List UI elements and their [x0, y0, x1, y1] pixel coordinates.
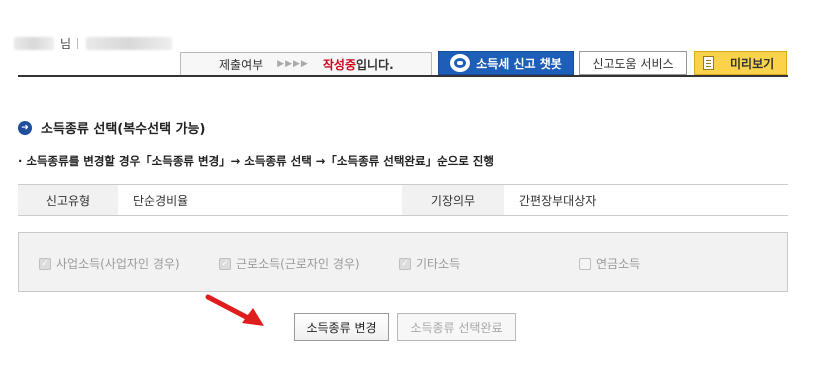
instruction-text: · 소득종류를 변경할 경우「소득종류 변경」→ 소득종류 선택 →「소득종류 …	[18, 154, 494, 168]
filing-info-table: 신고유형 단순경비율 기장의무 간편장부대상자	[18, 184, 788, 216]
section-heading: ➜ 소득종류 선택(복수선택 가능)	[18, 118, 205, 137]
complete-button-label: 소득종류 선택완료	[410, 320, 503, 335]
section-title: 소득종류 선택(복수선택 가능)	[41, 122, 206, 137]
checkbox-unchecked-icon[interactable]	[579, 257, 591, 270]
option-earned-income[interactable]: ✓ 근로소득(근로자인 경우)	[219, 255, 360, 272]
status-suffix: 입니다.	[355, 57, 394, 72]
option-label: 근로소득(근로자인 경우)	[236, 257, 360, 271]
income-type-options: ✓ 사업소득(사업자인 경우) ✓ 근로소득(근로자인 경우) ✓ 기타소득 연…	[18, 232, 788, 292]
submission-status: 제출여부 ▶▶▶▶ 작성중 입니다.	[180, 52, 432, 75]
checkbox-checked-icon[interactable]: ✓	[399, 257, 411, 270]
chatbot-label: 소득세 신고 챗봇	[476, 56, 562, 71]
red-pointer-arrow-icon	[205, 294, 264, 326]
filing-type-value: 단순경비율	[133, 193, 189, 208]
preview-button[interactable]: 미리보기	[694, 51, 787, 75]
option-business-income[interactable]: ✓ 사업소득(사업자인 경우)	[39, 255, 180, 272]
checkbox-checked-icon[interactable]: ✓	[39, 257, 51, 270]
status-state: 작성중	[322, 57, 356, 72]
redacted-username	[14, 36, 54, 50]
user-honorific: 님	[60, 36, 72, 51]
chatbot-button[interactable]: 소득세 신고 챗봇	[438, 51, 574, 75]
filing-type-header: 신고유형	[18, 185, 118, 215]
chatbot-icon	[450, 54, 471, 72]
divider	[77, 37, 79, 49]
status-arrows: ▶▶▶▶	[277, 59, 309, 69]
complete-selection-button[interactable]: 소득종류 선택완료	[397, 313, 516, 341]
user-greeting: 님	[14, 36, 173, 51]
filing-help-button[interactable]: 신고도움 서비스	[579, 51, 687, 75]
change-income-type-button[interactable]: 소득종류 변경	[294, 313, 389, 341]
filing-help-label: 신고도움 서비스	[592, 56, 674, 71]
header-divider	[18, 75, 788, 77]
arrow-circle-icon: ➜	[18, 120, 32, 135]
option-label: 연금소득	[596, 257, 641, 271]
option-other-income[interactable]: ✓ 기타소득	[399, 255, 460, 272]
option-label: 기타소득	[416, 257, 461, 271]
document-icon	[703, 56, 714, 70]
bookkeeping-duty-value: 간편장부대상자	[519, 193, 597, 208]
checkbox-checked-icon[interactable]: ✓	[219, 257, 231, 270]
change-button-label: 소득종류 변경	[306, 320, 377, 335]
status-label: 제출여부	[219, 57, 264, 72]
redacted-user-info	[86, 36, 173, 50]
preview-label: 미리보기	[730, 56, 775, 71]
option-pension-income[interactable]: 연금소득	[579, 255, 640, 272]
option-label: 사업소득(사업자인 경우)	[56, 257, 180, 271]
bookkeeping-duty-header: 기장의무	[402, 185, 504, 215]
